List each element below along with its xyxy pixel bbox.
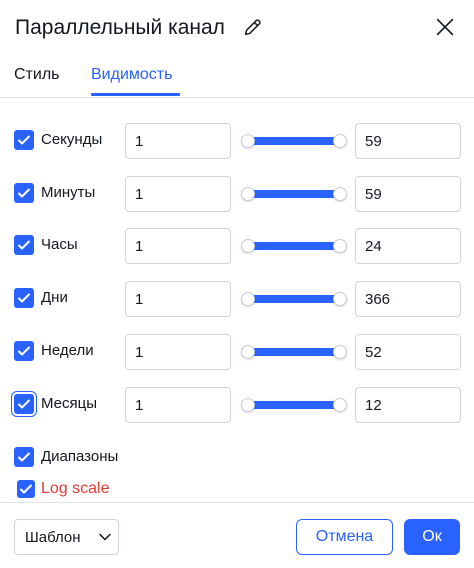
- ok-button[interactable]: Ок: [404, 519, 460, 555]
- slider-thumb-min[interactable]: [241, 239, 255, 253]
- slider-track: [249, 137, 339, 145]
- row-label-months: Месяцы: [41, 395, 98, 412]
- visibility-row-minutes: Минуты: [0, 176, 474, 212]
- visibility-row-weeks: Недели: [0, 334, 474, 370]
- slider-thumb-max[interactable]: [333, 292, 347, 306]
- checkbox-weeks[interactable]: [14, 341, 34, 361]
- minutes-to-input[interactable]: [355, 176, 461, 212]
- slider-thumb-min[interactable]: [241, 398, 255, 412]
- months-from-input[interactable]: [125, 387, 231, 423]
- months-range-slider[interactable]: [240, 396, 348, 414]
- months-to-input[interactable]: [355, 387, 461, 423]
- footer-divider: [0, 502, 474, 503]
- ranges-label: Диапазоны: [41, 448, 119, 465]
- days-to-input[interactable]: [355, 281, 461, 317]
- close-icon[interactable]: [434, 16, 456, 38]
- checkbox-hours[interactable]: [14, 235, 34, 255]
- row-label-hours: Часы: [41, 236, 78, 253]
- cancel-button[interactable]: Отмена: [296, 519, 393, 555]
- minutes-range-slider[interactable]: [240, 185, 348, 203]
- checkmark-icon: [18, 293, 30, 303]
- dialog-header: Параллельный канал: [0, 0, 474, 60]
- row-label-weeks: Недели: [41, 342, 94, 359]
- visibility-row-seconds: Секунды: [0, 123, 474, 159]
- weeks-range-slider[interactable]: [240, 343, 348, 361]
- slider-thumb-min[interactable]: [241, 345, 255, 359]
- checkmark-icon: [18, 188, 30, 198]
- checkmark-icon: [18, 399, 30, 409]
- row-label-seconds: Секунды: [41, 131, 103, 148]
- tab-style[interactable]: Стиль: [14, 64, 60, 86]
- checkmark-icon: [18, 452, 30, 462]
- slider-thumb-max[interactable]: [333, 345, 347, 359]
- checkbox-days[interactable]: [14, 288, 34, 308]
- slider-thumb-max[interactable]: [333, 398, 347, 412]
- weeks-to-input[interactable]: [355, 334, 461, 370]
- template-dropdown[interactable]: Шаблон: [14, 519, 119, 555]
- slider-thumb-min[interactable]: [241, 292, 255, 306]
- row-label-days: Дни: [41, 289, 68, 306]
- checkbox-log-scale[interactable]: [17, 480, 35, 498]
- pencil-icon[interactable]: [242, 16, 264, 38]
- checkbox-seconds[interactable]: [14, 130, 34, 150]
- slider-track: [249, 295, 339, 303]
- template-label: Шаблон: [25, 529, 81, 546]
- hours-range-slider[interactable]: [240, 237, 348, 255]
- active-tab-indicator: [91, 93, 180, 96]
- slider-track: [249, 401, 339, 409]
- slider-track: [249, 242, 339, 250]
- dialog-title: Параллельный канал: [15, 16, 225, 39]
- row-label-minutes: Минуты: [41, 184, 96, 201]
- log-scale-label: Log scale: [41, 480, 110, 497]
- slider-thumb-max[interactable]: [333, 239, 347, 253]
- checkmark-icon: [18, 135, 30, 145]
- slider-thumb-min[interactable]: [241, 187, 255, 201]
- days-from-input[interactable]: [125, 281, 231, 317]
- tab-visibility[interactable]: Видимость: [91, 64, 172, 86]
- checkmark-icon: [18, 346, 30, 356]
- weeks-from-input[interactable]: [125, 334, 231, 370]
- visibility-row-hours: Часы: [0, 228, 474, 264]
- slider-thumb-max[interactable]: [333, 187, 347, 201]
- slider-thumb-min[interactable]: [241, 134, 255, 148]
- checkbox-months[interactable]: [14, 394, 34, 414]
- seconds-range-slider[interactable]: [240, 132, 348, 150]
- seconds-to-input[interactable]: [355, 123, 461, 159]
- visibility-row-months: Месяцы: [0, 387, 474, 423]
- slider-thumb-max[interactable]: [333, 134, 347, 148]
- minutes-from-input[interactable]: [125, 176, 231, 212]
- seconds-from-input[interactable]: [125, 123, 231, 159]
- hours-from-input[interactable]: [125, 228, 231, 264]
- hours-to-input[interactable]: [355, 228, 461, 264]
- checkmark-icon: [20, 484, 32, 494]
- chevron-down-icon: [99, 533, 111, 541]
- days-range-slider[interactable]: [240, 290, 348, 308]
- checkmark-icon: [18, 240, 30, 250]
- checkbox-minutes[interactable]: [14, 183, 34, 203]
- checkbox-ranges[interactable]: [14, 447, 34, 467]
- visibility-row-days: Дни: [0, 281, 474, 317]
- tab-bar: Стиль Видимость: [0, 60, 474, 98]
- slider-track: [249, 190, 339, 198]
- slider-track: [249, 348, 339, 356]
